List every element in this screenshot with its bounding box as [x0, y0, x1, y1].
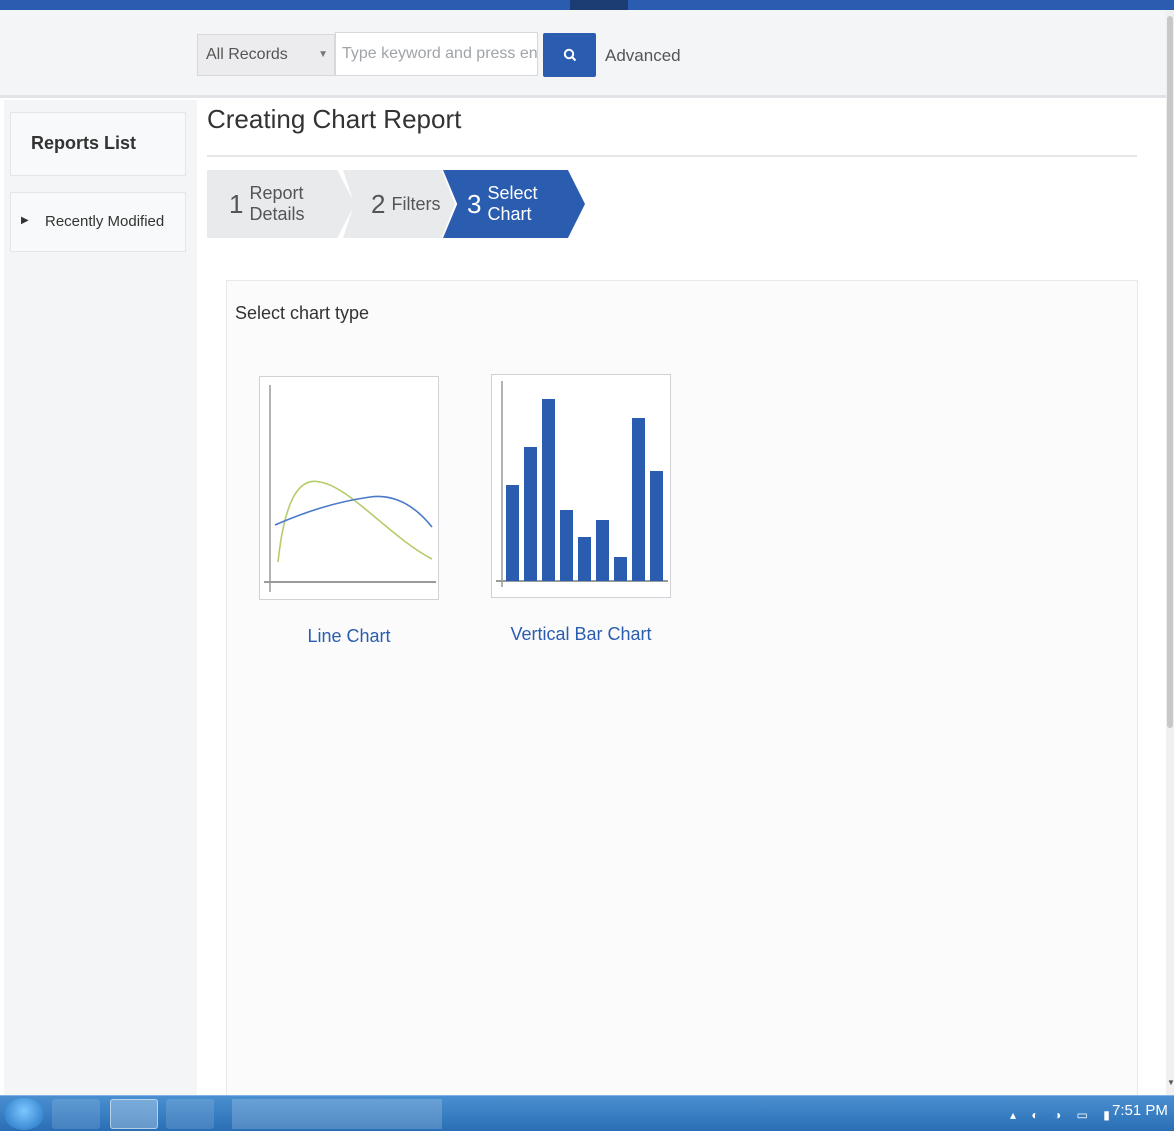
search-icon — [563, 48, 576, 62]
header: All Records ▼ Advanced — [0, 10, 1166, 98]
dropdown-caret-icon: ▼ — [318, 49, 328, 60]
start-button[interactable] — [4, 1098, 44, 1130]
taskbar-folder-icon[interactable] — [110, 1099, 158, 1129]
panel-label: Select chart type — [235, 303, 370, 323]
taskbar-clock[interactable]: 7:51 PM — [1112, 1102, 1168, 1119]
search-scope-value: All Records — [206, 46, 288, 63]
step-label: Filters — [391, 193, 441, 214]
vertical-bar-chart-option[interactable]: Vertical Bar Chart — [491, 374, 671, 645]
scrollbar-thumb[interactable] — [1167, 16, 1173, 728]
search-button[interactable] — [543, 33, 596, 77]
step-number: 2 — [371, 188, 386, 219]
taskbar: ▴ ◐ ◑ ▭ ▮ 7:51 PM — [0, 1095, 1174, 1131]
sidebar-title-card: Reports List — [10, 112, 186, 176]
vertical-scrollbar[interactable]: ▼ — [1166, 10, 1174, 1095]
expand-triangle-icon: ▶ — [21, 215, 29, 226]
wizard-steps: 1 Report Details 2 Filters 3 Select Char… — [207, 170, 607, 238]
chart-option-label[interactable]: Line Chart — [259, 626, 439, 647]
page-title: Creating Chart Report — [207, 104, 462, 134]
taskbar-browser-icon[interactable] — [166, 1099, 214, 1129]
step-label: Select Chart — [487, 183, 538, 224]
vertical-bar-chart-thumbnail[interactable] — [491, 374, 671, 598]
top-accent-bar — [0, 0, 1174, 12]
search-input[interactable] — [335, 32, 538, 76]
step-select-chart[interactable]: 3 Select Chart — [443, 170, 585, 238]
chart-option-label[interactable]: Vertical Bar Chart — [491, 624, 671, 645]
step-number: 3 — [467, 188, 482, 219]
sidebar-item-label: Recently Modified — [45, 213, 165, 230]
step-number: 1 — [229, 188, 244, 219]
scroll-down-arrow-icon[interactable]: ▼ — [1167, 1078, 1174, 1087]
title-divider — [207, 155, 1137, 157]
system-tray-icons[interactable]: ▴ ◐ ◑ ▭ ▮ — [1010, 1108, 1116, 1122]
vertical-bar-chart-icon — [496, 381, 668, 587]
step-filters[interactable]: 2 Filters — [343, 170, 455, 238]
taskbar-window-button[interactable] — [232, 1099, 442, 1129]
line-chart-thumbnail[interactable] — [259, 376, 439, 600]
main-content: Creating Chart Report 1 Report Details 2… — [197, 100, 1166, 1100]
chart-type-panel: Select chart type Line Chart Vertical Ba… — [226, 280, 1138, 1100]
step-report-details[interactable]: 1 Report Details — [207, 170, 355, 238]
step-label: Report Details — [249, 183, 305, 224]
line-chart-option[interactable]: Line Chart — [259, 376, 439, 647]
taskbar-media-icon[interactable] — [52, 1099, 100, 1129]
sidebar-item-recently-modified[interactable]: ▶ Recently Modified — [10, 192, 186, 252]
sidebar-title: Reports List — [31, 133, 137, 153]
sidebar: Reports List ▶ Recently Modified — [4, 100, 197, 1095]
line-chart-icon — [264, 385, 436, 592]
advanced-search-link[interactable]: Advanced — [605, 46, 681, 66]
search-scope-select[interactable]: All Records ▼ — [197, 34, 335, 76]
